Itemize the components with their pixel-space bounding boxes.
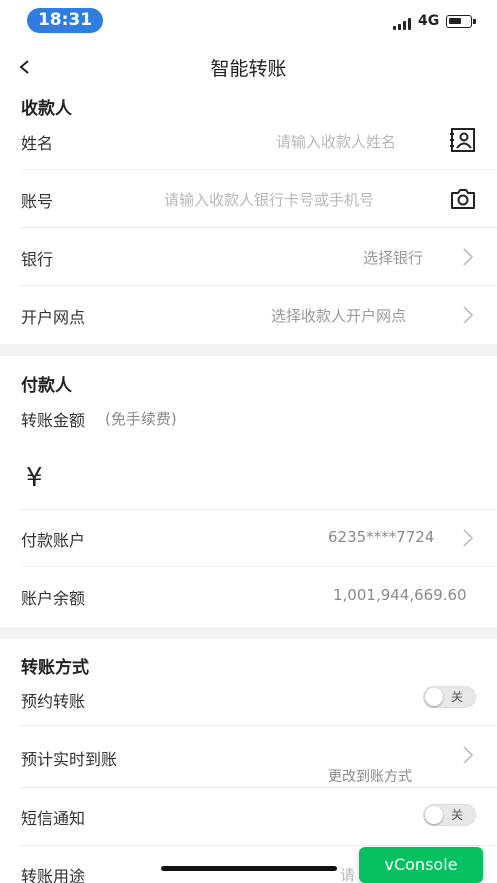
eta-row[interactable]: 预计实时到账 更改到账方式 xyxy=(0,726,497,788)
payer-account-value: 6235****7724 xyxy=(328,528,435,546)
balance-row: 账户余额 1,001,944,669.60 xyxy=(0,567,497,625)
payee-name-label: 姓名 xyxy=(21,134,54,153)
vconsole-button[interactable]: vConsole xyxy=(359,847,483,883)
payee-account-row: 账号 请输入收款人银行卡号或手机号 xyxy=(0,170,497,228)
amount-note: (免手续费) xyxy=(105,410,177,428)
payee-account-label: 账号 xyxy=(21,192,54,211)
payee-bank-row[interactable]: 银行 选择银行 xyxy=(0,228,497,286)
nav-bar: 智能转账 xyxy=(0,48,497,88)
payee-branch-row[interactable]: 开户网点 选择收款人开户网点 xyxy=(0,286,497,344)
currency-symbol: ¥ xyxy=(26,463,43,493)
contacts-icon[interactable] xyxy=(449,126,477,154)
signal-icon xyxy=(393,18,413,30)
payer-account-row[interactable]: 付款账户 6235****7724 xyxy=(0,509,497,567)
page-title: 智能转账 xyxy=(210,58,287,80)
payee-branch-label: 开户网点 xyxy=(21,308,86,327)
balance-value: 1,001,944,669.60 xyxy=(333,586,467,604)
section-gap xyxy=(0,627,497,639)
camera-icon[interactable] xyxy=(449,185,477,213)
chevron-right-icon xyxy=(463,306,474,324)
purpose-value: 请 xyxy=(340,866,356,883)
payee-bank-value: 选择银行 xyxy=(363,249,424,267)
purpose-label: 转账用途 xyxy=(21,867,86,883)
section-gap xyxy=(0,344,497,356)
payee-bank-label: 银行 xyxy=(21,250,54,269)
amount-input[interactable] xyxy=(60,456,480,500)
balance-label: 账户余额 xyxy=(21,589,86,608)
payee-name-row: 姓名 请输入收款人姓名 xyxy=(0,112,497,170)
sms-notify-label: 短信通知 xyxy=(21,809,86,828)
sms-notify-row: 短信通知 关 xyxy=(0,788,497,846)
chevron-right-icon xyxy=(463,746,474,764)
payee-name-input[interactable]: 请输入收款人姓名 xyxy=(276,131,396,152)
payer-section-title: 付款人 xyxy=(21,376,72,396)
payee-account-input[interactable]: 请输入收款人银行卡号或手机号 xyxy=(164,189,374,210)
change-method-link[interactable]: 更改到账方式 xyxy=(328,766,412,786)
status-bar: 18:31 4G xyxy=(0,0,497,44)
amount-label: 转账金额 xyxy=(21,411,86,430)
chevron-right-icon xyxy=(463,529,474,547)
network-type: 4G xyxy=(418,13,440,29)
payer-account-label: 付款账户 xyxy=(21,531,86,550)
scheduled-transfer-label: 预约转账 xyxy=(21,692,86,711)
scheduled-transfer-row: 预约转账 关 xyxy=(0,670,497,726)
status-time: 18:31 xyxy=(27,8,103,33)
battery-icon xyxy=(446,15,476,28)
scheduled-transfer-toggle[interactable]: 关 xyxy=(423,686,476,708)
home-indicator xyxy=(161,866,337,871)
eta-label: 预计实时到账 xyxy=(21,750,118,769)
sms-notify-toggle[interactable]: 关 xyxy=(423,804,476,826)
payee-branch-value: 选择收款人开户网点 xyxy=(271,307,407,325)
chevron-right-icon xyxy=(463,248,474,266)
